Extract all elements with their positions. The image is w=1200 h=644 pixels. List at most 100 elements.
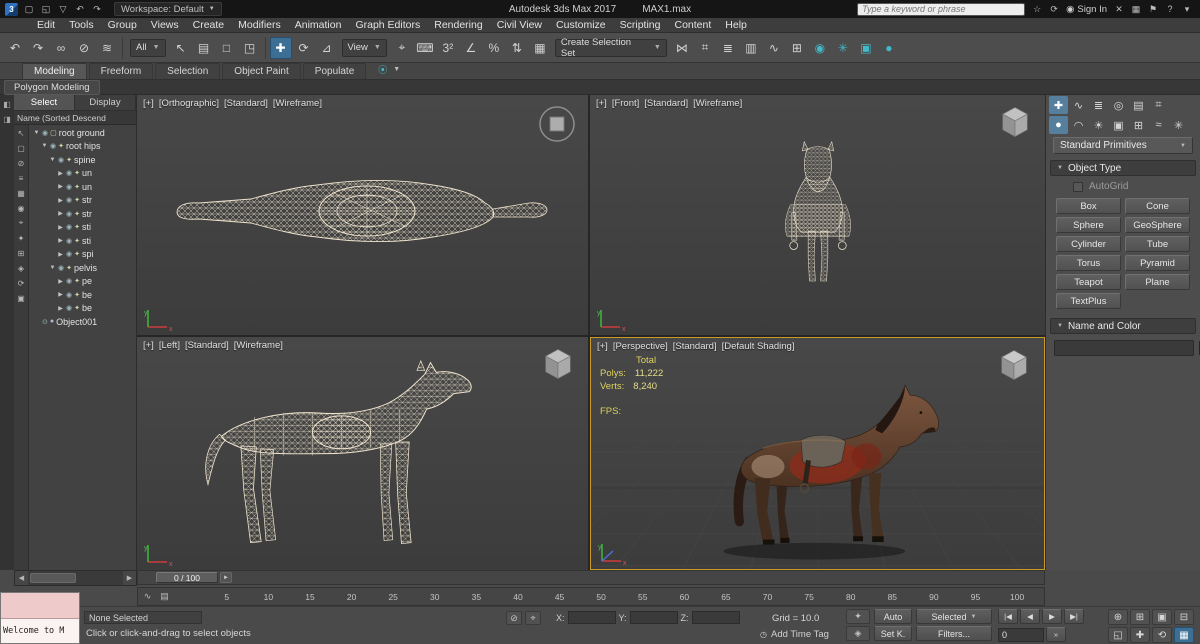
- bind-to-space-warp-icon[interactable]: ≋: [96, 37, 118, 59]
- tree-row[interactable]: ▼ ◉ ✦ pelvis: [29, 261, 136, 275]
- object-type-button[interactable]: Cone: [1125, 198, 1190, 214]
- maxscript-mini-listener[interactable]: Welcome to M: [0, 592, 80, 644]
- menu-item[interactable]: Modifiers: [231, 18, 288, 33]
- pan-icon[interactable]: ✚: [1130, 627, 1150, 643]
- menu-item[interactable]: Animation: [288, 18, 349, 33]
- explorer-tab-select[interactable]: Select: [14, 95, 75, 110]
- mirror-icon[interactable]: ⋈: [671, 37, 693, 59]
- visibility-icon[interactable]: ◉: [66, 237, 72, 245]
- expand-arrow-icon[interactable]: ▶: [57, 197, 64, 204]
- viewport-menu[interactable]: [Orthographic]: [159, 98, 219, 109]
- menu-item[interactable]: Content: [667, 18, 718, 33]
- track-bar[interactable]: ∿ ▤ 5 10 15 20 25 30 35 40 45 50 55 60 65 70 75 80 85 90 95…: [137, 587, 1045, 606]
- object-type-button[interactable]: Tube: [1125, 236, 1190, 252]
- auto-key-button[interactable]: Auto: [874, 609, 912, 624]
- maximize-viewport-icon[interactable]: ▦: [1174, 627, 1194, 643]
- viewport-menu[interactable]: [Standard]: [673, 341, 717, 352]
- display-tab-icon[interactable]: ▤: [1129, 96, 1148, 114]
- scrollbar-thumb[interactable]: [30, 573, 76, 583]
- tab-modeling[interactable]: Modeling: [22, 63, 87, 79]
- sync-icon[interactable]: ⟳: [1046, 2, 1062, 16]
- visibility-icon[interactable]: ◉: [66, 196, 72, 204]
- named-selection-set-combo[interactable]: Create Selection Set ▼: [554, 37, 667, 59]
- menu-item[interactable]: Civil View: [490, 18, 549, 33]
- viewport-menu[interactable]: [Standard]: [224, 98, 268, 109]
- viewcube[interactable]: [538, 345, 578, 383]
- explorer-pick-icon[interactable]: ⌖: [15, 217, 27, 229]
- scroll-left-icon[interactable]: ◀: [15, 571, 28, 585]
- select-and-scale-icon[interactable]: ⊿: [316, 37, 338, 59]
- object-type-button[interactable]: Box: [1056, 198, 1121, 214]
- add-time-tag[interactable]: ◷ Add Time Tag: [760, 629, 829, 640]
- explorer-helper-filter-icon[interactable]: ⊞: [15, 247, 27, 259]
- space-warps-category-icon[interactable]: ≈: [1149, 116, 1168, 134]
- object-type-button[interactable]: GeoSphere: [1125, 217, 1190, 233]
- expand-arrow-icon[interactable]: ▶: [57, 183, 64, 190]
- systems-category-icon[interactable]: ✳: [1169, 116, 1188, 134]
- zoom-extents-all-icon[interactable]: ⊟: [1174, 609, 1194, 625]
- selection-lock-icon[interactable]: ⊘: [506, 611, 522, 625]
- save-icon[interactable]: ▽: [55, 2, 71, 16]
- menu-item[interactable]: Customize: [549, 18, 613, 33]
- expand-arrow-icon[interactable]: ▶: [57, 291, 64, 298]
- angle-snap-icon[interactable]: ∠: [460, 37, 482, 59]
- explorer-rectangle-icon[interactable]: ▢: [15, 142, 27, 154]
- percent-snap-icon[interactable]: %: [483, 37, 505, 59]
- selection-set-dropdown[interactable]: Selected ▼: [916, 609, 992, 624]
- create-tab-icon[interactable]: ✚: [1049, 96, 1068, 114]
- hierarchy-tab-icon[interactable]: ≣: [1089, 96, 1108, 114]
- expand-arrow-icon[interactable]: ▶: [57, 251, 64, 258]
- select-and-link-icon[interactable]: ∞: [50, 37, 72, 59]
- expand-arrow-icon[interactable]: ▼: [33, 130, 40, 136]
- zoom-icon[interactable]: ⊕: [1108, 609, 1128, 625]
- visibility-icon[interactable]: ◉: [66, 223, 72, 231]
- expand-arrow-icon[interactable]: ▶: [57, 210, 64, 217]
- current-frame-field[interactable]: [998, 627, 1044, 642]
- visibility-icon[interactable]: ◉: [66, 210, 72, 218]
- tree-row[interactable]: ▶ ◉ ✦ be: [29, 288, 136, 302]
- selection-region-icon[interactable]: □: [216, 37, 238, 59]
- expand-arrow-icon[interactable]: ▼: [49, 265, 56, 271]
- explorer-list-icon[interactable]: ≡: [15, 172, 27, 184]
- viewport-menu[interactable]: [Standard]: [185, 340, 229, 351]
- viewport-menu[interactable]: [+]: [143, 98, 154, 109]
- menu-item[interactable]: Create: [186, 18, 232, 33]
- key-mode-button[interactable]: ◈: [846, 626, 870, 641]
- motion-tab-icon[interactable]: ◎: [1109, 96, 1128, 114]
- redo-quick-icon[interactable]: ↷: [89, 2, 105, 16]
- visibility-icon[interactable]: ◉: [66, 250, 72, 258]
- menu-item[interactable]: Tools: [62, 18, 101, 33]
- explorer-display-icon[interactable]: ▦: [15, 187, 27, 199]
- viewport-menu[interactable]: [Wireframe]: [234, 340, 283, 351]
- curve-editor-icon[interactable]: ∿: [763, 37, 785, 59]
- object-type-button[interactable]: Plane: [1125, 274, 1190, 290]
- tab-object-paint[interactable]: Object Paint: [222, 63, 301, 79]
- object-type-button[interactable]: Pyramid: [1125, 255, 1190, 271]
- object-type-button[interactable]: TextPlus: [1056, 293, 1121, 309]
- viewport-menu[interactable]: [Wireframe]: [693, 98, 742, 109]
- ribbon-minimize-icon[interactable]: ▼: [393, 66, 400, 73]
- zoom-extents-icon[interactable]: ▣: [1152, 609, 1172, 625]
- object-type-rollout[interactable]: ▼ Object Type: [1050, 160, 1196, 176]
- name-and-color-rollout[interactable]: ▼ Name and Color: [1050, 318, 1196, 334]
- tree-row[interactable]: ▶ ◉ ✦ be: [29, 302, 136, 316]
- cameras-category-icon[interactable]: ▣: [1109, 116, 1128, 134]
- tab-selection[interactable]: Selection: [155, 63, 221, 79]
- reference-coordinate-dropdown[interactable]: View ▼: [341, 38, 387, 57]
- tree-row[interactable]: ▶ ◉ ✦ un: [29, 180, 136, 194]
- mini-curve-editor-icon[interactable]: ∿: [140, 589, 155, 604]
- visibility-icon[interactable]: ◉: [66, 169, 72, 177]
- scroll-right-icon[interactable]: ▶: [123, 571, 136, 585]
- render-production-icon[interactable]: ●: [878, 37, 900, 59]
- ribbon-pin-icon[interactable]: ⦿: [378, 63, 387, 76]
- ribbon-toggle-icon[interactable]: ▥: [740, 37, 762, 59]
- orbit-icon[interactable]: ⟲: [1152, 627, 1172, 643]
- visibility-icon[interactable]: ◉: [66, 304, 72, 312]
- viewport-menu[interactable]: [Default Shading]: [722, 341, 795, 352]
- viewport-menu[interactable]: [+]: [597, 341, 608, 352]
- shapes-category-icon[interactable]: ◠: [1069, 116, 1088, 134]
- lights-category-icon[interactable]: ☀: [1089, 116, 1108, 134]
- expand-arrow-icon[interactable]: ▶: [57, 237, 64, 244]
- tree-row[interactable]: ▼ ◉ ▢ root ground: [29, 126, 136, 140]
- viewport-front[interactable]: [+] [Front] [Standard] [Wireframe] x y: [590, 95, 1045, 335]
